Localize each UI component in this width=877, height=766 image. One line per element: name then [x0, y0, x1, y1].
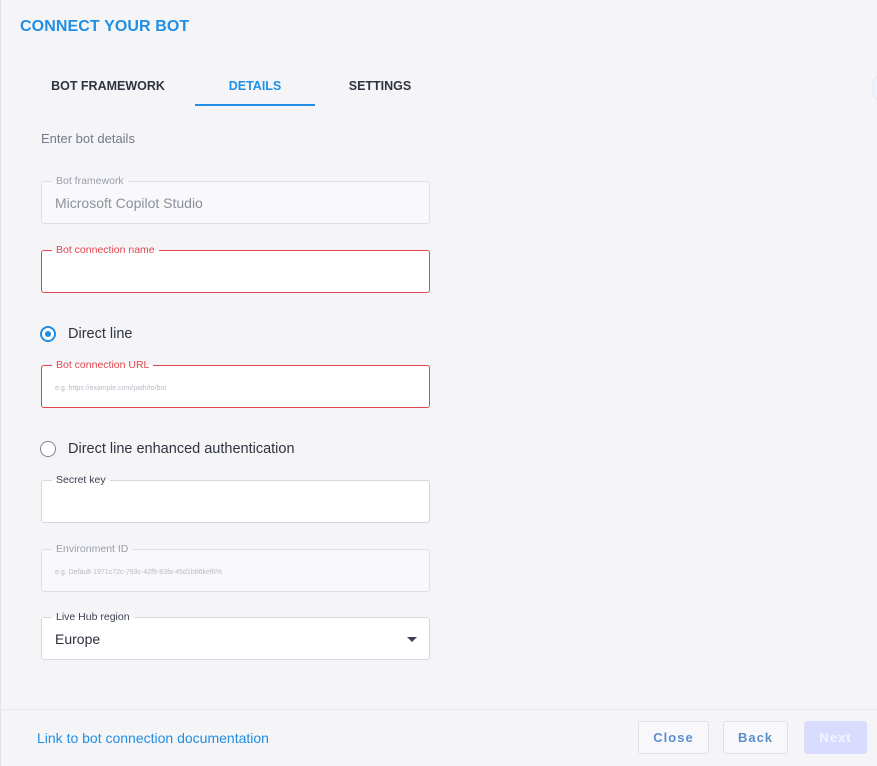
tab-bar: BOT FRAMEWORK DETAILS SETTINGS [21, 64, 441, 107]
direct-line-enhanced-label: Direct line enhanced authentication [68, 441, 295, 457]
bot-connection-url-placeholder: e.g. https://example.com/path/to/bot [55, 385, 167, 392]
radio-checked-icon[interactable] [40, 326, 56, 342]
live-hub-region-value: Europe [55, 631, 101, 647]
direct-line-radio[interactable]: Direct line [40, 326, 132, 342]
bot-connection-url-field[interactable]: Bot connection URL e.g. https://example.… [41, 358, 430, 408]
form-subtitle: Enter bot details [41, 131, 135, 146]
direct-line-enhanced-radio[interactable]: Direct line enhanced authentication [40, 441, 295, 457]
documentation-link[interactable]: Link to bot connection documentation [37, 730, 269, 746]
tab-bot-framework[interactable]: BOT FRAMEWORK [21, 64, 195, 107]
bot-connection-url-label: Bot connection URL [52, 358, 154, 372]
tab-settings[interactable]: SETTINGS [315, 64, 445, 107]
edge-indicator [872, 70, 877, 106]
live-hub-region-label: Live Hub region [52, 610, 134, 624]
bot-framework-field: Bot framework Microsoft Copilot Studio [41, 174, 430, 224]
bot-framework-value: Microsoft Copilot Studio [55, 195, 203, 211]
next-button[interactable]: Next [804, 721, 867, 754]
environment-id-placeholder: e.g. Default-1971c72c-793c-42f9-83fa-45d… [55, 569, 222, 576]
footer-divider [0, 709, 877, 710]
chevron-down-icon[interactable] [407, 637, 417, 642]
panel-border [0, 0, 1, 766]
bot-connection-name-field[interactable]: Bot connection name [41, 243, 430, 293]
close-button[interactable]: Close [638, 721, 709, 754]
secret-key-field[interactable]: Secret key [41, 473, 430, 523]
direct-line-label: Direct line [68, 326, 133, 342]
bot-framework-label: Bot framework [52, 174, 128, 188]
page-title: CONNECT YOUR BOT [20, 18, 190, 35]
tab-details[interactable]: DETAILS [195, 64, 315, 107]
environment-id-label: Environment ID [52, 542, 133, 556]
active-tab-indicator [195, 104, 315, 106]
bot-connection-name-label: Bot connection name [52, 243, 159, 257]
live-hub-region-select[interactable]: Live Hub region Europe [41, 610, 430, 660]
back-button[interactable]: Back [723, 721, 788, 754]
secret-key-label: Secret key [52, 473, 110, 487]
environment-id-field: Environment ID e.g. Default-1971c72c-793… [41, 542, 430, 592]
radio-unchecked-icon[interactable] [40, 441, 56, 457]
